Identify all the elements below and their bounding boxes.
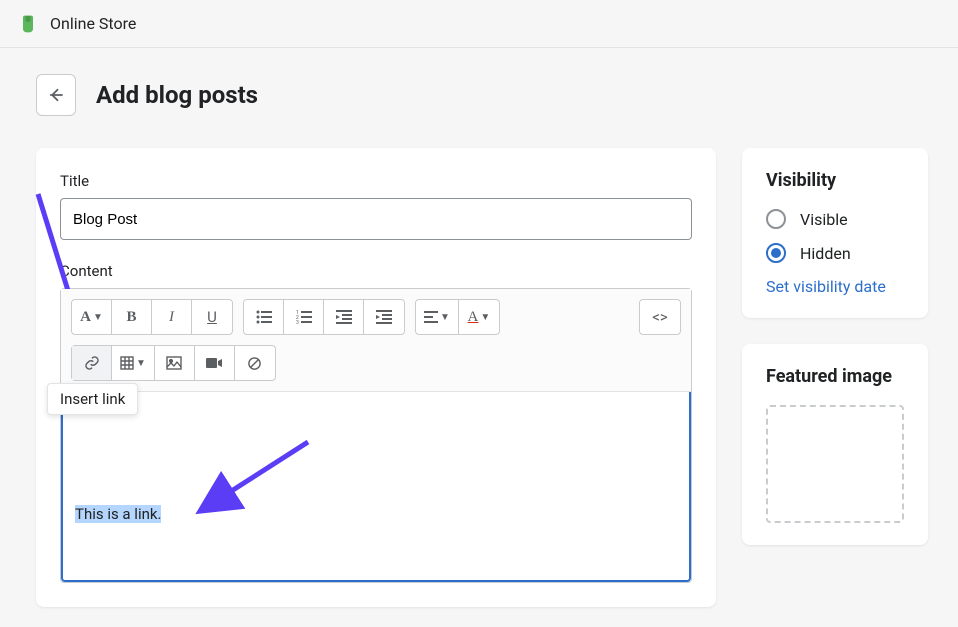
link-icon [84,355,100,371]
font-family-button[interactable]: A▼ [72,300,112,334]
insert-video-button[interactable] [195,346,235,380]
radio-label: Hidden [800,244,851,263]
insert-image-button[interactable] [155,346,195,380]
radio-label: Visible [800,210,848,229]
featured-image-dropzone[interactable] [766,405,904,523]
back-button[interactable] [36,74,76,116]
page-header: Add blog posts [36,74,928,116]
featured-image-card: Featured image [742,344,928,545]
indent-button[interactable] [364,300,404,334]
radio-icon [766,243,786,263]
indent-icon [376,310,392,324]
table-icon [120,356,134,370]
image-icon [166,356,182,370]
insert-table-button[interactable]: ▼ [112,346,155,380]
numbered-list-icon: 123 [296,310,312,324]
insert-link-tooltip: Insert link [47,383,138,415]
block-icon [247,356,262,371]
underline-button[interactable]: U [192,300,232,334]
rich-text-editor: A▼ B I U 123 [60,288,692,583]
content-label: Content [60,262,692,280]
svg-text:3: 3 [296,320,299,324]
radio-icon [766,209,786,229]
page-title: Add blog posts [96,81,258,109]
visibility-option-visible[interactable]: Visible [766,209,904,229]
align-icon [424,311,438,323]
editor-selected-text: This is a link. [75,505,161,523]
bullet-list-icon [256,310,272,324]
video-icon [206,357,222,369]
editor-body[interactable]: This is a link. [61,392,691,582]
set-visibility-date-link[interactable]: Set visibility date [766,277,904,296]
align-button[interactable]: ▼ [416,300,459,334]
main-card: Title Content A▼ B I U [36,148,716,607]
outdent-icon [336,310,352,324]
bold-button[interactable]: B [112,300,152,334]
visibility-option-hidden[interactable]: Hidden [766,243,904,263]
outdent-button[interactable] [324,300,364,334]
title-input[interactable] [60,198,692,240]
brand-logo-icon [18,14,38,34]
italic-button[interactable]: I [152,300,192,334]
bullet-list-button[interactable] [244,300,284,334]
insert-link-button[interactable] [72,346,112,380]
numbered-list-button[interactable]: 123 [284,300,324,334]
brand-name: Online Store [50,14,136,33]
topbar: Online Store [0,0,958,48]
visibility-title: Visibility [766,170,904,191]
sidebar: Visibility Visible Hidden Set visibility… [742,148,928,607]
featured-image-title: Featured image [766,366,904,387]
code-view-button[interactable]: <> [640,300,680,334]
arrow-left-icon [47,86,65,104]
text-color-button[interactable]: A▼ [459,300,499,334]
clear-format-button[interactable] [235,346,275,380]
visibility-card: Visibility Visible Hidden Set visibility… [742,148,928,318]
title-label: Title [60,172,692,190]
editor-toolbar: A▼ B I U 123 [61,289,691,392]
